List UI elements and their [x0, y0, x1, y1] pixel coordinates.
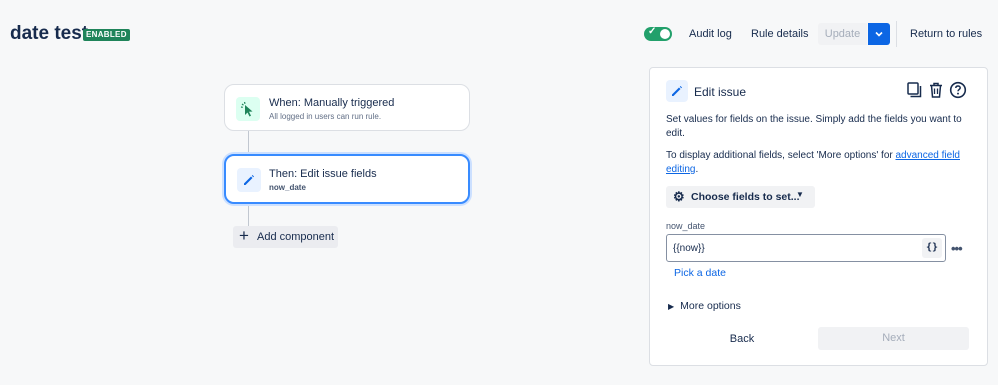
- action-subtitle: now_date: [269, 183, 306, 192]
- now-date-field[interactable]: {{now}} {}: [666, 234, 946, 262]
- field-value: {{now}}: [673, 243, 705, 254]
- plus-icon: +: [239, 226, 249, 245]
- trash-icon[interactable]: [927, 81, 945, 99]
- choose-fields-label: Choose fields to set...: [691, 191, 800, 203]
- return-to-rules-button[interactable]: Return to rules: [910, 23, 982, 45]
- trigger-card[interactable]: When: Manually triggered All logged in u…: [224, 84, 470, 131]
- check-icon: ✓: [648, 26, 657, 37]
- hint-suffix: .: [695, 164, 699, 175]
- panel-description: Set values for fields on the issue. Simp…: [666, 114, 962, 139]
- rule-enabled-toggle[interactable]: ✓: [644, 26, 672, 41]
- chevron-down-icon: [875, 31, 883, 37]
- next-button[interactable]: Next: [818, 327, 969, 350]
- trigger-subtitle: All logged in users can run rule.: [269, 112, 382, 121]
- more-actions-icon[interactable]: •••: [951, 241, 963, 256]
- action-title: Then: Edit issue fields: [269, 168, 377, 180]
- trigger-title: When: Manually triggered: [269, 97, 395, 109]
- advanced-fields-hint: To display additional fields, select 'Mo…: [666, 149, 976, 177]
- back-button[interactable]: Back: [717, 328, 767, 350]
- action-card[interactable]: Then: Edit issue fields now_date: [224, 154, 470, 204]
- chevron-down-icon: ▼: [796, 190, 804, 199]
- audit-log-button[interactable]: Audit log: [689, 23, 732, 45]
- pick-a-date-link[interactable]: Pick a date: [674, 267, 726, 279]
- pencil-icon: [237, 168, 261, 192]
- field-label: now_date: [666, 221, 706, 231]
- more-options-toggle[interactable]: ▶ More options: [668, 300, 741, 312]
- add-component-label: Add component: [257, 231, 335, 243]
- hint-text: To display additional fields, select 'Mo…: [666, 150, 896, 161]
- duplicate-icon[interactable]: [905, 81, 923, 99]
- update-button[interactable]: Update: [818, 23, 867, 45]
- help-icon[interactable]: [949, 81, 967, 99]
- cursor-click-icon: [236, 97, 260, 121]
- rule-details-button[interactable]: Rule details: [751, 23, 808, 45]
- add-component-button[interactable]: + Add component: [233, 226, 338, 248]
- pencil-icon: [666, 80, 688, 102]
- smart-value-button[interactable]: {}: [922, 238, 942, 258]
- flow-connector: [248, 206, 249, 226]
- update-dropdown-button[interactable]: [868, 23, 890, 45]
- panel-title: Edit issue: [694, 85, 747, 99]
- more-options-label: More options: [680, 300, 741, 312]
- toggle-knob: [660, 29, 670, 39]
- edit-issue-panel: Edit issue Set values for fields on the …: [649, 67, 988, 366]
- chevron-right-icon: ▶: [668, 302, 675, 311]
- status-badge: ENABLED: [83, 29, 130, 41]
- rule-title: date test: [10, 23, 89, 44]
- choose-fields-button[interactable]: ⚙ Choose fields to set... ▼: [666, 186, 815, 208]
- flow-connector: [248, 131, 249, 154]
- header-divider: [896, 21, 897, 47]
- gear-icon: ⚙: [673, 189, 685, 204]
